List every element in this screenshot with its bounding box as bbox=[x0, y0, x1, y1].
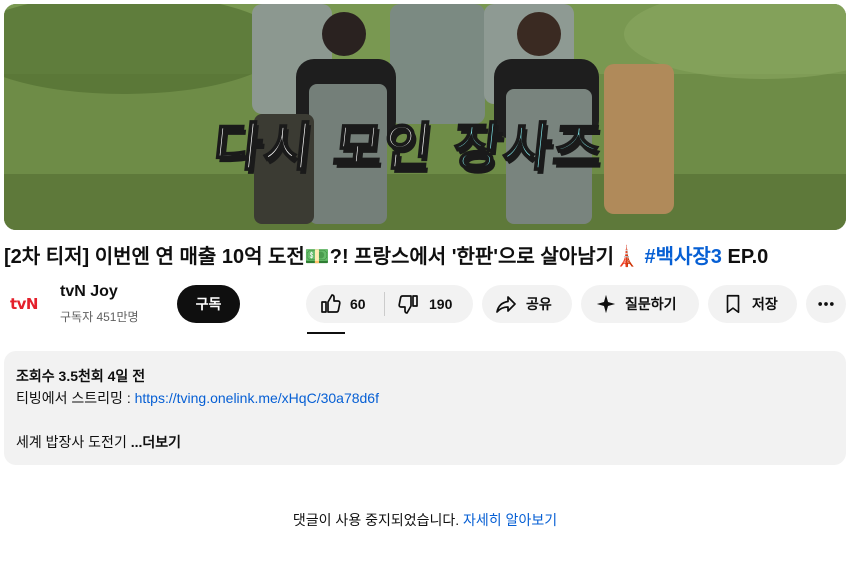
thumbs-up-icon bbox=[318, 292, 342, 316]
video-title: [2차 티저] 이번엔 연 매출 10억 도전💵?! 프랑스에서 '한판'으로 … bbox=[4, 242, 846, 272]
share-icon bbox=[494, 292, 518, 316]
channel-name[interactable]: tvN Joy bbox=[60, 283, 118, 301]
video-thumbnail[interactable]: 다시 모인 장사즈 bbox=[4, 4, 846, 230]
show-more-link[interactable]: ...더보기 bbox=[127, 434, 181, 450]
bookmark-icon bbox=[722, 293, 744, 315]
ask-button[interactable]: 질문하기 bbox=[581, 285, 699, 323]
like-active-indicator bbox=[307, 332, 345, 334]
more-actions-button[interactable] bbox=[806, 285, 846, 323]
sparkle-icon bbox=[595, 293, 617, 315]
stream-prefix: 티빙에서 스트리밍 : bbox=[16, 390, 135, 406]
comments-disabled-notice: 댓글이 사용 중지되었습니다. 자세히 알아보기 bbox=[0, 510, 850, 530]
description-box[interactable]: 조회수 3.5천회 4일 전 티빙에서 스트리밍 : https://tving… bbox=[4, 351, 846, 465]
stream-link[interactable]: https://tving.onelink.me/xHqC/30a78d6f bbox=[135, 390, 379, 406]
channel-avatar[interactable]: tvN bbox=[4, 284, 44, 324]
share-button[interactable]: 공유 bbox=[482, 285, 572, 323]
save-label: 저장 bbox=[752, 296, 778, 312]
thumbnail-caption: 다시 모인 장사즈 bbox=[210, 112, 607, 184]
like-count: 60 bbox=[350, 296, 366, 312]
description-snippet-line: 세계 밥장사 도전기 ...더보기 bbox=[16, 431, 834, 453]
share-label: 공유 bbox=[526, 296, 552, 312]
thumbnail-caption-cyan: 장사즈 bbox=[449, 117, 607, 179]
view-stats: 조회수 3.5천회 4일 전 bbox=[16, 368, 146, 384]
like-dislike-group: 60 190 bbox=[306, 285, 473, 323]
stream-line: 티빙에서 스트리밍 : https://tving.onelink.me/xHq… bbox=[16, 387, 834, 409]
video-title-main: [2차 티저] 이번엔 연 매출 10억 도전💵?! 프랑스에서 '한판'으로 … bbox=[4, 246, 639, 268]
save-button[interactable]: 저장 bbox=[708, 285, 797, 323]
comments-disabled-text: 댓글이 사용 중지되었습니다. bbox=[292, 512, 464, 528]
like-button[interactable]: 60 bbox=[306, 285, 384, 323]
channel-logo-text: tvN bbox=[9, 295, 39, 313]
dislike-count: 190 bbox=[429, 296, 453, 312]
ellipsis-icon bbox=[816, 294, 836, 314]
description-snippet: 세계 밥장사 도전기 bbox=[16, 434, 127, 450]
ask-label: 질문하기 bbox=[625, 296, 677, 312]
subscribe-button[interactable]: 구독 bbox=[177, 285, 240, 323]
dislike-button[interactable]: 190 bbox=[385, 285, 452, 323]
learn-more-link[interactable]: 자세히 알아보기 bbox=[463, 512, 557, 528]
video-title-tail: EP.0 bbox=[721, 246, 769, 268]
thumbs-down-icon bbox=[397, 292, 421, 316]
subscriber-count: 구독자 451만명 bbox=[60, 310, 139, 324]
hashtag-link[interactable]: #백사장3 bbox=[644, 246, 721, 268]
thumbnail-caption-white: 다시 모인 bbox=[210, 117, 438, 179]
